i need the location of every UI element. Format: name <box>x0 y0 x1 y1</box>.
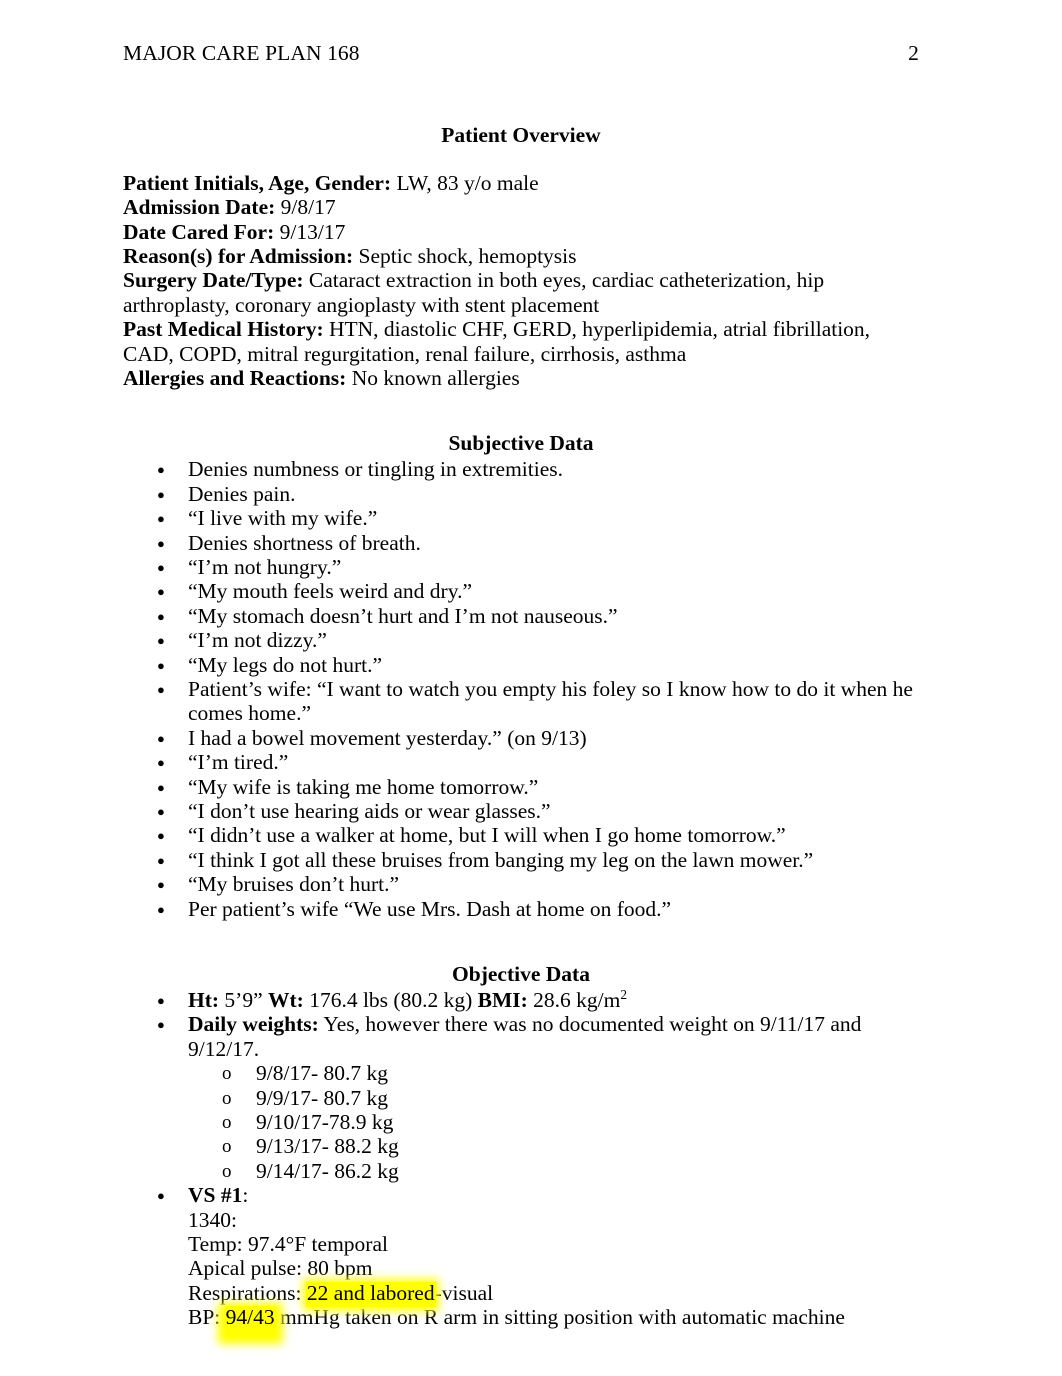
list-item-vital-signs: VS #1: 1340: Temp: 97.4°F temporal Apica… <box>123 1183 919 1335</box>
list-item: “I didn’t use a walker at home, but I wi… <box>123 823 919 848</box>
section-heading-patient-overview: Patient Overview <box>441 122 601 147</box>
list-item: Denies pain. <box>123 482 919 507</box>
bmi-unit-superscript: 2 <box>620 986 628 1002</box>
weight-entry: 9/14/17- 86.2 kg <box>188 1159 919 1184</box>
field-label: Surgery Date/Type: <box>123 268 304 293</box>
objective-data-list: Ht: 5’9” Wt: 176.4 lbs (80.2 kg) BMI: 28… <box>123 986 919 1335</box>
list-item: “I don’t use hearing aids or wear glasse… <box>123 799 919 824</box>
respirations-highlight: 22 and labored <box>305 1280 436 1308</box>
field-label: Allergies and Reactions: <box>123 366 347 391</box>
bmi-label: BMI: <box>477 987 528 1012</box>
running-header-title: MAJOR CARE PLAN 168 <box>123 41 360 65</box>
list-item: “I’m tired.” <box>123 750 919 775</box>
patient-overview-fields: Patient Initials, Age, Gender: LW, 83 y/… <box>123 171 919 391</box>
section-heading-subjective-data: Subjective Data <box>448 431 594 456</box>
ht-value: 5’9” <box>219 987 268 1012</box>
weight-entry: 9/13/17- 88.2 kg <box>188 1134 919 1159</box>
field-date-cared-for: Date Cared For: 9/13/17 <box>123 220 919 244</box>
list-item: “I’m not dizzy.” <box>123 628 919 653</box>
field-surgery-date-type: Surgery Date/Type: Cataract extraction i… <box>123 268 919 317</box>
vital-signs-temperature: Temp: 97.4°F temporal <box>188 1232 388 1256</box>
running-header: MAJOR CARE PLAN 168 2 <box>123 40 919 68</box>
field-patient-initials-age-gender: Patient Initials, Age, Gender: LW, 83 y/… <box>123 171 919 195</box>
list-item-daily-weights: Daily weights: Yes, however there was no… <box>123 1012 919 1184</box>
wt-label: Wt: <box>268 987 304 1012</box>
vital-signs-time: 1340: <box>188 1207 237 1232</box>
respirations-suffix: -visual <box>434 1280 494 1305</box>
vital-signs-label-suffix: : <box>242 1183 249 1208</box>
list-item: Per patient’s wife “We use Mrs. Dash at … <box>123 897 919 922</box>
document-page: MAJOR CARE PLAN 168 2 Patient Overview P… <box>0 0 1062 1376</box>
list-item: “My stomach doesn’t hurt and I’m not nau… <box>123 604 919 629</box>
field-label: Patient Initials, Age, Gender: <box>123 170 392 195</box>
list-item: “My wife is taking me home tomorrow.” <box>123 775 919 800</box>
vital-signs-respirations: Respirations: 22 and labored-visual <box>188 1280 919 1308</box>
bp-highlight: 94/43 <box>224 1305 276 1335</box>
respirations-prefix: Respirations: <box>188 1280 307 1305</box>
list-item: “I live with my wife.” <box>123 506 919 531</box>
field-value: LW, 83 y/o male <box>391 170 539 195</box>
field-label: Reason(s) for Admission: <box>123 244 354 269</box>
list-item: Denies shortness of breath. <box>123 531 919 556</box>
vital-signs-blood-pressure: BP: 94/43 mmHg taken on R arm in sitting… <box>188 1305 919 1335</box>
bmi-value: 28.6 kg/m <box>527 987 621 1012</box>
section-heading-objective-data: Objective Data <box>452 962 590 987</box>
page-content: MAJOR CARE PLAN 168 2 Patient Overview P… <box>123 40 919 1335</box>
list-item: Patient’s wife: “I want to watch you emp… <box>123 677 919 726</box>
field-value: Septic shock, hemoptysis <box>353 244 577 269</box>
list-item: Denies numbness or tingling in extremiti… <box>123 457 919 482</box>
weight-entry: 9/9/17- 80.7 kg <box>188 1086 919 1111</box>
list-item-measurements: Ht: 5’9” Wt: 176.4 lbs (80.2 kg) BMI: 28… <box>123 986 919 1014</box>
field-reasons-for-admission: Reason(s) for Admission: Septic shock, h… <box>123 244 919 268</box>
field-label: Admission Date: <box>123 195 276 220</box>
field-allergies-and-reactions: Allergies and Reactions: No known allerg… <box>123 366 919 390</box>
field-value: 9/13/17 <box>274 219 346 244</box>
field-value: 9/8/17 <box>275 195 336 220</box>
list-item: “I’m not hungry.” <box>123 555 919 580</box>
vital-signs-label: VS #1 <box>188 1183 243 1208</box>
wt-value: 176.4 lbs (80.2 kg) <box>303 987 478 1012</box>
page-number: 2 <box>908 41 919 65</box>
field-label: Date Cared For: <box>123 219 275 244</box>
list-item: “My legs do not hurt.” <box>123 653 919 678</box>
list-item: “My mouth feels weird and dry.” <box>123 579 919 604</box>
field-past-medical-history: Past Medical History: HTN, diastolic CHF… <box>123 317 919 366</box>
weight-entry: 9/10/17-78.9 kg <box>188 1110 919 1135</box>
daily-weights-sublist: 9/8/17- 80.7 kg 9/9/17- 80.7 kg 9/10/17-… <box>188 1061 919 1184</box>
weight-entry: 9/8/17- 80.7 kg <box>188 1061 919 1086</box>
list-item: “My bruises don’t hurt.” <box>123 872 919 897</box>
ht-label: Ht: <box>188 987 220 1012</box>
subjective-data-list: Denies numbness or tingling in extremiti… <box>123 457 919 922</box>
field-value: No known allergies <box>346 366 520 391</box>
list-item: “I think I got all these bruises from ba… <box>123 848 919 873</box>
field-admission-date: Admission Date: 9/8/17 <box>123 195 919 219</box>
daily-weights-label: Daily weights: <box>188 1012 319 1037</box>
field-label: Past Medical History: <box>123 317 324 342</box>
list-item: I had a bowel movement yesterday.” (on 9… <box>123 726 919 751</box>
vital-signs-apical-pulse: Apical pulse: 80 bpm <box>188 1256 373 1281</box>
